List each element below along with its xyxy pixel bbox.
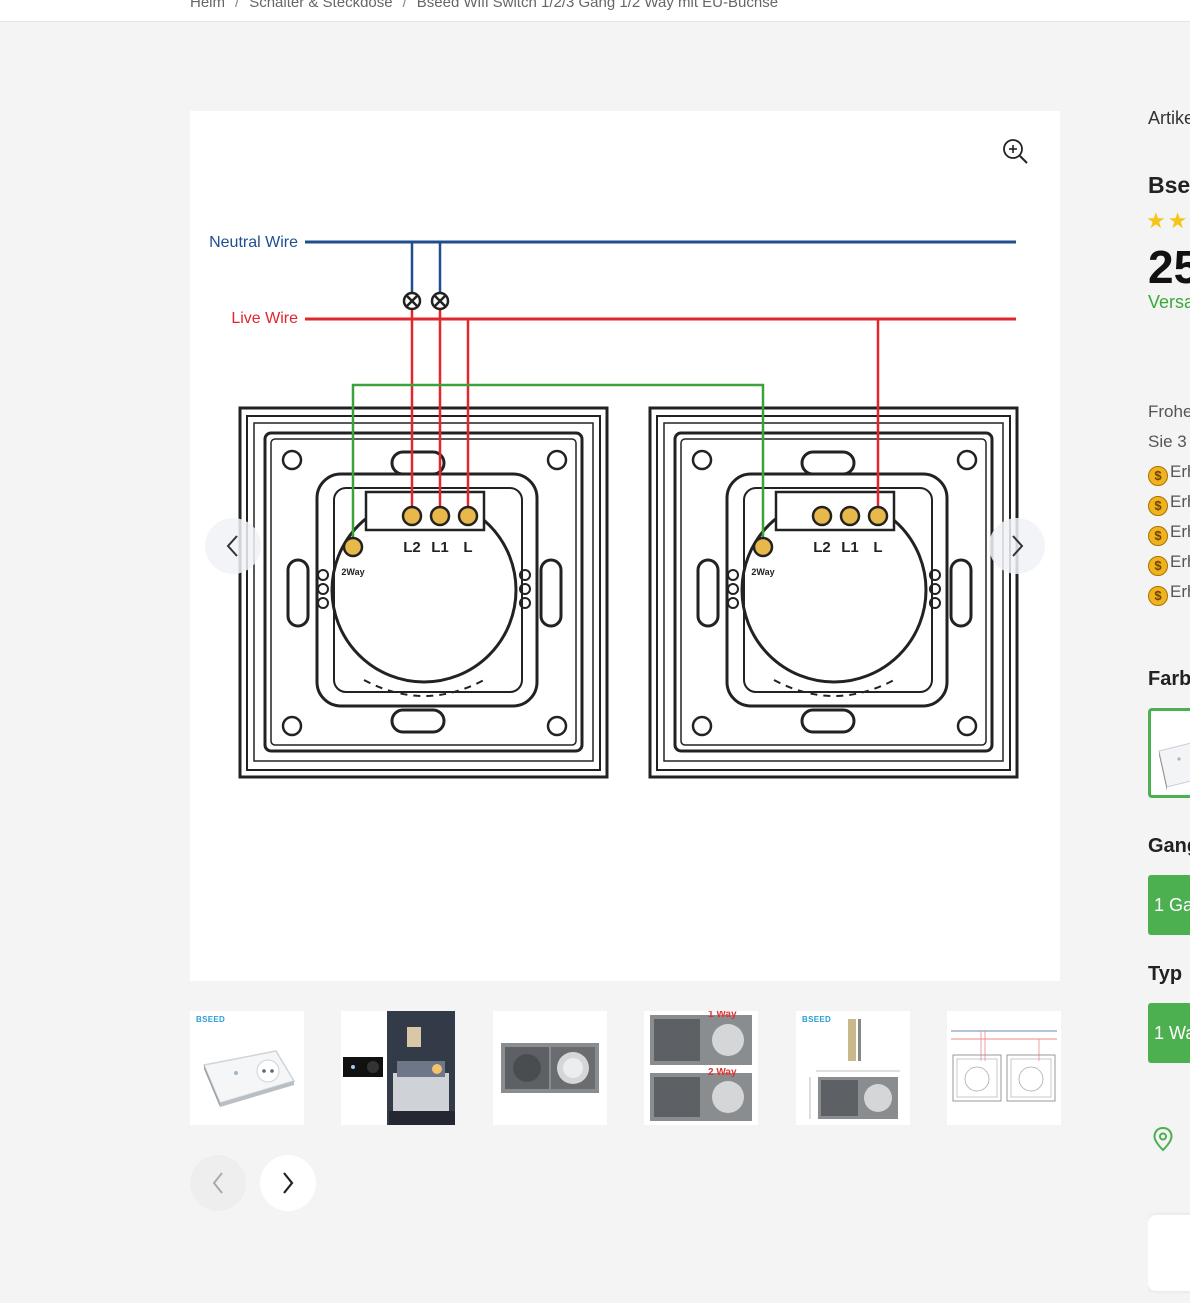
gang-label: Gang xyxy=(1148,835,1190,857)
star-icon: ★ xyxy=(1148,208,1168,233)
lamp-symbol xyxy=(430,291,450,311)
breadcrumb-separator: / xyxy=(402,0,407,11)
chevron-left-icon xyxy=(212,1172,223,1194)
promo-text-1: Frohe xyxy=(1148,402,1190,421)
thumbnail-2[interactable] xyxy=(341,1011,455,1125)
svg-text:L2: L2 xyxy=(403,539,421,556)
gang-option-selected[interactable]: 1 Gang xyxy=(1148,875,1190,935)
product-photo xyxy=(202,1050,296,1107)
product-title: Bseed xyxy=(1148,172,1190,198)
product-photo xyxy=(650,1015,752,1121)
money-bag-icon: $ xyxy=(1148,556,1168,576)
thumbnail-3[interactable] xyxy=(493,1011,607,1125)
floating-widget[interactable] xyxy=(1148,1215,1190,1291)
wiring-diagram: Neutral Wire Live Wire L2 L1 L 2Way L2 L… xyxy=(209,234,1019,779)
product-photo xyxy=(341,1011,455,1125)
product-info-panel: Artikel Bseed ★★ 25 Versand Frohe Sie 3 … xyxy=(1148,0,1190,1303)
product-photo xyxy=(951,1030,1057,1102)
thumbnail-6[interactable] xyxy=(947,1011,1061,1125)
svg-text:L2: L2 xyxy=(813,539,831,556)
promo-bullet: $Erh xyxy=(1148,552,1190,576)
promo-bullet: $Erh xyxy=(1148,492,1190,516)
product-price: 25 xyxy=(1148,241,1190,293)
money-bag-icon: $ xyxy=(1148,466,1168,486)
star-icon: ★ xyxy=(1167,208,1190,233)
svg-text:L: L xyxy=(463,539,472,556)
promo-text-2: Sie 3 xyxy=(1148,432,1187,451)
breadcrumb: Heim / Schalter & Steckdose / Bseed Wifi Swi… xyxy=(190,0,778,11)
svg-text:L1: L1 xyxy=(841,539,859,556)
svg-text:2Way: 2Way xyxy=(751,567,774,577)
chevron-right-icon xyxy=(283,1172,294,1194)
thumbnail-prev-button[interactable] xyxy=(190,1155,246,1211)
promo-bullet: $Erh xyxy=(1148,522,1190,546)
money-bag-icon: $ xyxy=(1148,496,1168,516)
thumbnail-next-button[interactable] xyxy=(260,1155,316,1211)
thumbnail-1[interactable]: BSEED xyxy=(190,1011,304,1125)
chevron-left-icon xyxy=(226,535,238,557)
type-label: Typ xyxy=(1148,963,1183,985)
top-bar: Heim / Schalter & Steckdose / Bseed Wifi Swi… xyxy=(0,0,1190,22)
breadcrumb-current: Bseed Wifi Switch 1/2/3 Gang 1/2 Way mit… xyxy=(416,0,779,11)
svg-text:2Way: 2Way xyxy=(341,567,364,577)
image-prev-button[interactable] xyxy=(205,518,261,574)
product-photo xyxy=(809,1019,900,1119)
thumbnail-5[interactable]: BSEED xyxy=(796,1011,910,1125)
article-number: Artikel xyxy=(1148,108,1190,128)
product-photo xyxy=(1158,742,1190,791)
money-bag-icon: $ xyxy=(1148,526,1168,546)
thumbnail-4-sublabel: 2 Way xyxy=(708,1067,737,1078)
location-pin-icon[interactable] xyxy=(1152,1126,1174,1152)
breadcrumb-home[interactable]: Heim xyxy=(190,0,225,11)
money-bag-icon: $ xyxy=(1148,586,1168,606)
type-option-selected[interactable]: 1 Way xyxy=(1148,1003,1190,1063)
promo-bullet: $Erh xyxy=(1148,462,1190,486)
svg-text:L1: L1 xyxy=(431,539,449,556)
zoom-button[interactable] xyxy=(1002,138,1030,166)
color-label: Farbe xyxy=(1148,668,1190,690)
rating-stars[interactable]: ★★ xyxy=(1148,208,1189,234)
image-next-button[interactable] xyxy=(989,518,1045,574)
live-wire-label: Live Wire xyxy=(231,310,298,327)
thumbnail-strip: BSEED 1 Way 2 Way BSEED xyxy=(190,1011,1061,1125)
product-photo xyxy=(501,1043,599,1093)
product-main-image[interactable]: Neutral Wire Live Wire L2 L1 L 2Way L2 L… xyxy=(190,111,1060,981)
breadcrumb-separator: / xyxy=(235,0,240,11)
chevron-right-icon xyxy=(1012,535,1024,557)
shipping-info: Versand xyxy=(1148,292,1190,312)
lamp-symbol xyxy=(402,291,422,311)
svg-text:L: L xyxy=(873,539,882,556)
promo-bullet: $Erh xyxy=(1148,582,1190,606)
thumbnail-4-label: 1 Way xyxy=(708,1011,737,1020)
color-swatch-white[interactable] xyxy=(1148,708,1190,798)
thumbnail-4[interactable]: 1 Way 2 Way xyxy=(644,1011,758,1125)
zoom-in-icon xyxy=(1003,139,1028,164)
breadcrumb-category[interactable]: Schalter & Steckdose xyxy=(249,0,392,11)
neutral-wire-label: Neutral Wire xyxy=(209,234,298,251)
